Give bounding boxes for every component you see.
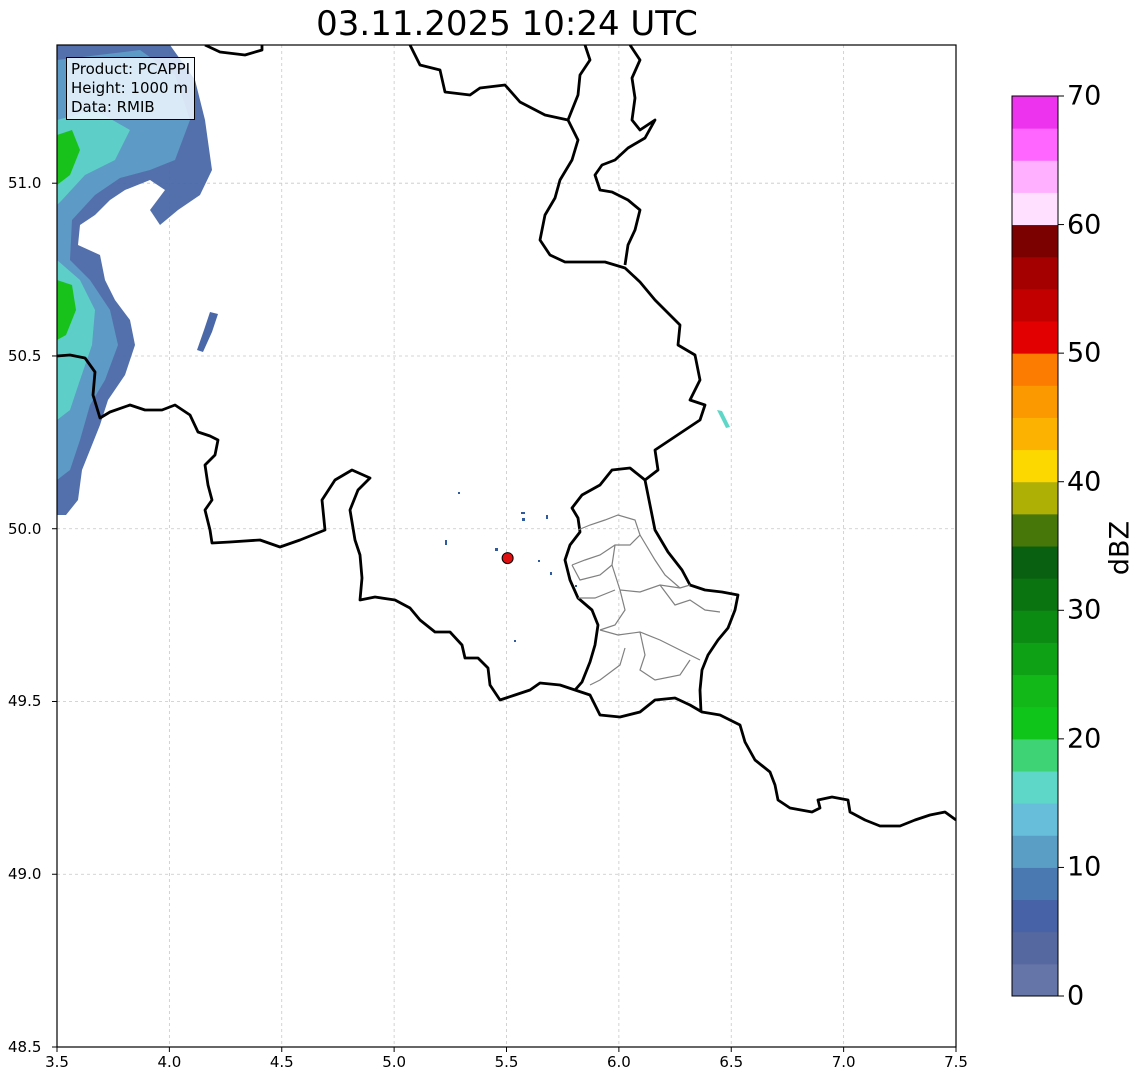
colorbar-segment — [1012, 642, 1058, 676]
x-tick-label: 5.5 — [494, 1053, 519, 1071]
colorbar-segment — [1012, 610, 1058, 643]
colorbar — [1012, 95, 1064, 997]
x-tick-label: 6.0 — [606, 1053, 631, 1071]
x-tick-label: 7.5 — [944, 1053, 968, 1071]
colorbar-segment — [1012, 160, 1058, 193]
colorbar-tick-label: 30 — [1067, 594, 1102, 626]
colorbar-segment — [1012, 288, 1058, 322]
colorbar-segment — [1012, 738, 1058, 772]
y-tick-label: 51.0 — [8, 174, 42, 193]
info-height: Height: 1000 m — [71, 79, 188, 97]
colorbar-segment — [1012, 256, 1058, 290]
x-tick-label: 4.5 — [269, 1053, 294, 1071]
product-info-box: Product: PCAPPI Height: 1000 m Data: RMI… — [66, 57, 196, 120]
y-tick-label: 50.0 — [8, 519, 42, 538]
colorbar-tick-label: 0 — [1067, 980, 1085, 1012]
colorbar-segment — [1012, 192, 1058, 226]
info-product: Product: PCAPPI — [71, 60, 191, 78]
colorbar-segment — [1012, 578, 1058, 611]
colorbar-segment — [1012, 96, 1058, 129]
colorbar-segment — [1012, 963, 1058, 997]
x-tick-label: 7.0 — [831, 1053, 856, 1071]
colorbar-segment — [1012, 353, 1058, 386]
y-tick-label: 49.0 — [8, 865, 42, 884]
colorbar-tick-label: 40 — [1067, 466, 1102, 498]
colorbar-segment — [1012, 674, 1058, 708]
colorbar-segment — [1012, 513, 1058, 547]
colorbar-label: dBZ — [1104, 520, 1136, 576]
colorbar-tick-label: 50 — [1067, 337, 1102, 369]
colorbar-tick-label: 70 — [1067, 80, 1102, 112]
colorbar-segment — [1012, 128, 1058, 161]
info-data-source: Data: RMIB — [71, 98, 155, 116]
colorbar-tick-label: 10 — [1067, 851, 1102, 883]
x-tick-label: 4.0 — [157, 1053, 182, 1071]
colorbar-segment — [1012, 867, 1058, 901]
colorbar-tick-label: 60 — [1067, 209, 1102, 241]
colorbar-segment — [1012, 417, 1058, 451]
y-tick-label: 49.5 — [8, 692, 42, 711]
colorbar-segment — [1012, 835, 1058, 868]
colorbar-segment — [1012, 321, 1058, 354]
colorbar-segment — [1012, 224, 1058, 258]
colorbar-segment — [1012, 899, 1058, 933]
colorbar-segment — [1012, 481, 1058, 515]
colorbar-tick-label: 20 — [1067, 723, 1102, 755]
colorbar-segment — [1012, 385, 1058, 418]
y-tick-label: 48.5 — [8, 1038, 42, 1056]
colorbar-segment — [1012, 449, 1058, 483]
x-tick-label: 3.5 — [45, 1053, 69, 1071]
x-tick-label: 6.5 — [719, 1053, 744, 1071]
x-tick-label: 5.0 — [382, 1053, 407, 1071]
radar-site-marker — [501, 552, 514, 565]
colorbar-segment — [1012, 771, 1058, 804]
y-tick-label: 50.5 — [8, 346, 42, 365]
colorbar-segment — [1012, 706, 1058, 740]
colorbar-segment — [1012, 931, 1058, 965]
colorbar-segment — [1012, 546, 1058, 579]
colorbar-segment — [1012, 803, 1058, 836]
radar-map — [52, 44, 1064, 1052]
